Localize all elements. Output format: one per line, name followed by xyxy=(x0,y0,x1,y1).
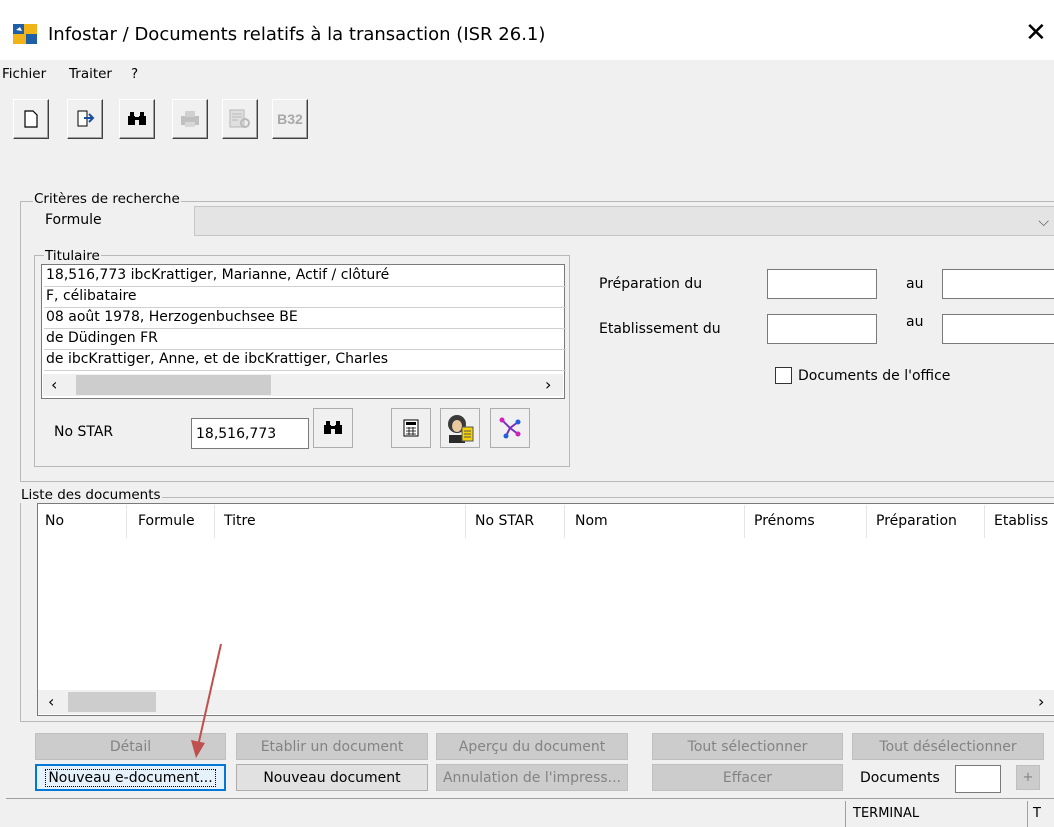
new-document-icon xyxy=(24,110,38,128)
titulaire-list[interactable]: 18,516,773 ibcKrattiger, Marianne, Actif… xyxy=(41,264,566,399)
formule-select[interactable]: ⌵ xyxy=(194,206,1054,236)
column-divider xyxy=(214,505,215,538)
person-document-button[interactable] xyxy=(440,408,480,448)
preparation-label: Préparation du xyxy=(599,276,703,292)
column-divider xyxy=(866,505,867,538)
column-header-no-star[interactable]: No STAR xyxy=(475,513,534,529)
window-title: Infostar / Documents relatifs à la trans… xyxy=(48,24,546,45)
exit-door-icon xyxy=(77,110,95,127)
plus-button[interactable]: + xyxy=(1016,765,1040,790)
nouveau-e-document-label: Nouveau e-document... xyxy=(45,768,216,787)
nouveau-e-document-button[interactable]: Nouveau e-document... xyxy=(35,764,226,791)
menu-bar xyxy=(0,60,1054,90)
scroll-left-icon[interactable]: ‹ xyxy=(48,692,54,712)
print-button[interactable] xyxy=(172,99,208,139)
exit-button[interactable] xyxy=(67,99,103,139)
nouveau-document-button[interactable]: Nouveau document xyxy=(236,764,428,791)
new-document-button[interactable] xyxy=(13,99,49,139)
no-star-label: No STAR xyxy=(54,424,114,440)
person-document-icon xyxy=(448,415,474,443)
etablissement-to-input[interactable] xyxy=(942,314,1054,344)
etablissement-from-input[interactable] xyxy=(767,314,877,344)
titulaire-legend: Titulaire xyxy=(44,248,101,264)
titulaire-line: de ibcKrattiger, Anne, et de ibcKrattige… xyxy=(44,349,566,371)
documents-count-input[interactable] xyxy=(955,765,1001,793)
formule-label: Formule xyxy=(45,212,102,228)
titulaire-line: F, célibataire xyxy=(44,286,566,308)
effacer-button[interactable]: Effacer xyxy=(652,764,843,791)
no-star-value: 18,516,773 xyxy=(196,426,277,442)
calculator-icon xyxy=(403,419,419,437)
search-star-button[interactable] xyxy=(313,408,353,448)
status-bar-separator xyxy=(1027,801,1028,827)
menu-fichier[interactable]: Fichier xyxy=(2,66,46,82)
preparation-au-label: au xyxy=(906,276,924,292)
b32-icon: B32 xyxy=(277,111,303,127)
chevron-down-icon: ⌵ xyxy=(1038,213,1049,229)
column-header-nom[interactable]: Nom xyxy=(575,513,608,529)
menu-traiter[interactable]: Traiter xyxy=(69,66,112,82)
scroll-right-icon[interactable]: › xyxy=(545,375,551,395)
column-divider xyxy=(564,505,565,538)
binoculars-icon xyxy=(128,112,146,125)
printer-icon xyxy=(181,111,199,127)
documents-office-checkbox[interactable] xyxy=(775,367,792,384)
column-header-titre[interactable]: Titre xyxy=(224,513,256,529)
print-preview-button[interactable] xyxy=(222,99,258,139)
annotation-arrow xyxy=(191,643,222,758)
column-header-preparation[interactable]: Préparation xyxy=(876,513,957,529)
column-header-prenoms[interactable]: Prénoms xyxy=(754,513,815,529)
scroll-left-icon[interactable]: ‹ xyxy=(51,375,57,395)
relations-icon xyxy=(499,417,521,439)
no-star-input[interactable]: 18,516,773 xyxy=(191,418,309,449)
titulaire-line: 18,516,773 ibcKrattiger, Marianne, Actif… xyxy=(44,265,566,287)
app-icon xyxy=(13,24,37,44)
menu-help[interactable]: ? xyxy=(131,66,138,82)
documents-office-label: Documents de l'office xyxy=(798,368,951,384)
status-bar-separator xyxy=(845,801,846,827)
search-criteria-legend: Critères de recherche xyxy=(33,191,181,207)
titulaire-hscrollbar[interactable]: ‹ › xyxy=(43,374,563,396)
print-preview-icon xyxy=(229,109,250,128)
b32-button[interactable]: B32 xyxy=(272,99,308,139)
column-divider xyxy=(126,505,127,538)
search-button[interactable] xyxy=(119,99,155,139)
status-bar-divider xyxy=(6,798,1054,799)
tout-deselectionner-button[interactable]: Tout désélectionner xyxy=(852,733,1044,760)
scroll-thumb[interactable] xyxy=(68,692,156,712)
etablissement-label: Etablissement du xyxy=(599,321,721,337)
document-list-legend: Liste des documents xyxy=(20,487,162,503)
relations-button[interactable] xyxy=(490,408,530,448)
scroll-right-icon[interactable]: › xyxy=(1038,692,1044,712)
close-icon[interactable]: ✕ xyxy=(1025,18,1047,48)
titulaire-line: 08 août 1978, Herzogenbuchsee BE xyxy=(44,307,566,329)
column-header-formule[interactable]: Formule xyxy=(138,513,195,529)
etablissement-au-label: au xyxy=(906,314,924,330)
status-extra: T xyxy=(1033,806,1041,821)
tout-selectionner-button[interactable]: Tout sélectionner xyxy=(652,733,843,760)
documents-count-label: Documents xyxy=(860,770,940,786)
etablir-document-button[interactable]: Etablir un document xyxy=(236,733,428,760)
scroll-thumb[interactable] xyxy=(76,375,271,395)
column-header-etablissement[interactable]: Etabliss xyxy=(994,513,1054,529)
apercu-document-button[interactable]: Aperçu du document xyxy=(436,733,628,760)
annulation-impression-button[interactable]: Annulation de l'impress... xyxy=(436,764,628,791)
calculator-button[interactable] xyxy=(391,408,431,448)
column-divider xyxy=(984,505,985,538)
titulaire-line: de Düdingen FR xyxy=(44,328,566,350)
column-header-no[interactable]: No xyxy=(45,513,64,529)
column-divider xyxy=(465,505,466,538)
preparation-from-input[interactable] xyxy=(767,269,877,299)
binoculars-icon xyxy=(324,421,342,434)
preparation-to-input[interactable] xyxy=(942,269,1054,299)
status-terminal: TERMINAL xyxy=(853,806,920,821)
column-divider xyxy=(744,505,745,538)
